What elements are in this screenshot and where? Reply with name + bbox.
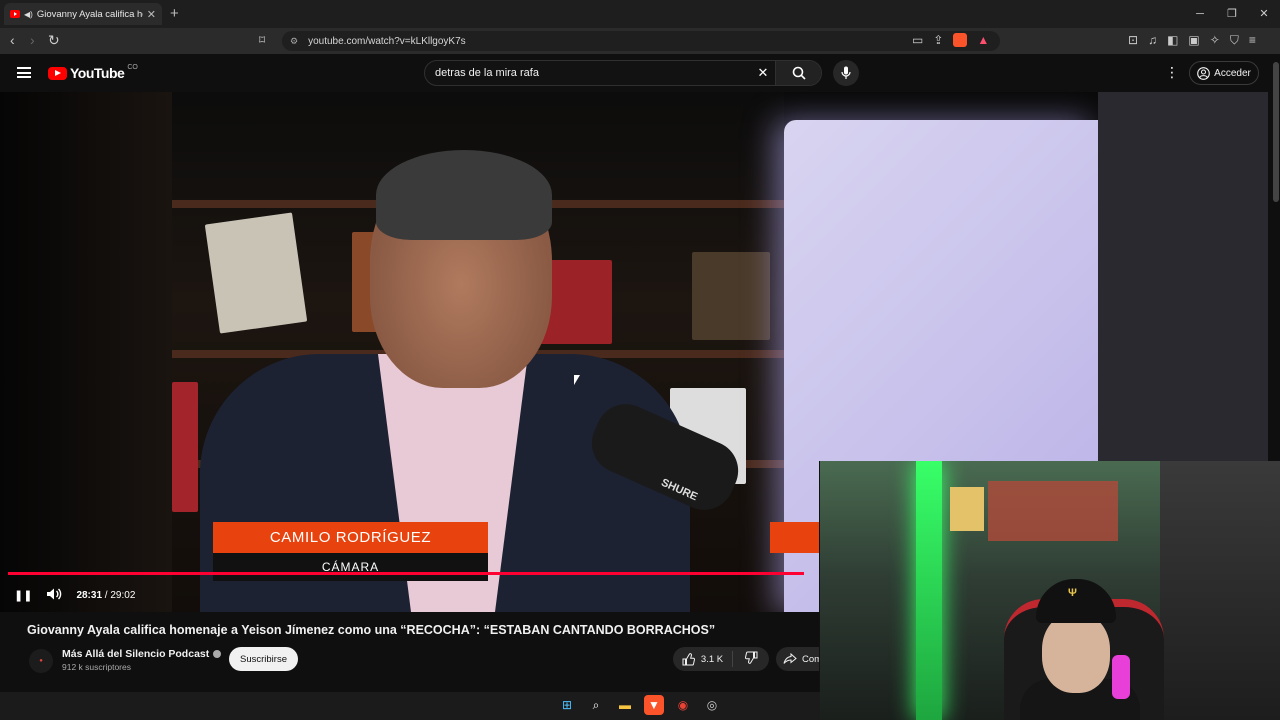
video-title: Giovanny Ayala califica homenaje a Yeiso… bbox=[27, 623, 716, 637]
windows-start-icon[interactable]: ⊞ bbox=[557, 695, 577, 715]
brave-rewards-icon[interactable]: ▲ bbox=[977, 33, 989, 47]
channel-name: Más Allá del Silencio Podcast bbox=[62, 648, 210, 660]
subscriber-count: 912 k suscriptores bbox=[62, 662, 131, 672]
youtube-logo[interactable]: YouTube CO bbox=[48, 63, 138, 81]
wallet-icon[interactable]: ▣ bbox=[1188, 33, 1199, 48]
like-count: 3.1 K bbox=[700, 653, 724, 665]
webcam-poster bbox=[988, 481, 1118, 541]
search-taskbar-icon[interactable]: ⌕ bbox=[586, 695, 606, 715]
brave-taskbar-icon[interactable]: ▼ bbox=[644, 695, 664, 715]
search-input[interactable]: detras de la mira rafa bbox=[425, 67, 751, 79]
share-page-icon[interactable]: ⇪ bbox=[933, 33, 943, 47]
time-display: 28:31 / 29:02 bbox=[76, 590, 135, 601]
chrome-taskbar-icon[interactable]: ◉ bbox=[673, 695, 693, 715]
vpn-icon[interactable]: ⛉ bbox=[1230, 33, 1239, 48]
channel-name-link[interactable]: Más Allá del Silencio Podcast bbox=[62, 648, 222, 660]
sign-in-button[interactable]: Acceder bbox=[1189, 61, 1259, 85]
obs-taskbar-icon[interactable]: ◎ bbox=[702, 695, 722, 715]
close-window-button[interactable]: ✕ bbox=[1248, 0, 1280, 28]
browser-tab[interactable]: ◀) Giovanny Ayala califica home ✕ bbox=[4, 3, 162, 25]
country-code: CO bbox=[127, 63, 138, 71]
pause-button[interactable]: ❚❚ bbox=[14, 589, 32, 602]
lower-third-accent bbox=[770, 522, 820, 553]
book bbox=[692, 252, 770, 340]
address-bar[interactable]: ⚙ youtube.com/watch?v=kLKllgoyK7s bbox=[282, 31, 1000, 51]
search-button[interactable] bbox=[775, 61, 821, 85]
like-button[interactable]: 3.1 K bbox=[673, 651, 733, 667]
tab-title: Giovanny Ayala califica home bbox=[36, 8, 143, 20]
taskbar-icons: ⊞ ⌕ ▬ ▼ ◉ ◎ bbox=[557, 695, 722, 715]
back-button[interactable]: ‹ bbox=[10, 32, 15, 48]
address-bar-actions: ▭ ⇪ ▲ bbox=[912, 33, 989, 47]
like-dislike-group: 3.1 K bbox=[673, 647, 769, 671]
webcam-microphone bbox=[1112, 655, 1130, 699]
book bbox=[204, 212, 308, 334]
bookmark-icon[interactable]: ⌑ bbox=[259, 33, 265, 47]
video-progress-bar[interactable] bbox=[8, 572, 804, 575]
microphone-icon bbox=[841, 66, 851, 79]
file-explorer-icon[interactable]: ▬ bbox=[615, 695, 635, 715]
page-scrollbar[interactable] bbox=[1273, 62, 1279, 202]
forward-button[interactable]: › bbox=[30, 32, 35, 48]
tab-close-icon[interactable]: ✕ bbox=[147, 8, 156, 21]
current-time: 28:31 bbox=[76, 589, 103, 601]
book bbox=[172, 382, 198, 512]
windows-taskbar: ⊞ ⌕ ▬ ▼ ◉ ◎ bbox=[0, 692, 820, 720]
voice-search-button[interactable] bbox=[833, 60, 859, 86]
youtube-play-icon bbox=[48, 66, 67, 80]
screenshot-icon[interactable]: ⊡ bbox=[1128, 33, 1138, 48]
account-icon bbox=[1197, 66, 1211, 80]
youtube-favicon-icon bbox=[10, 10, 20, 18]
clear-search-icon[interactable]: ✕ bbox=[751, 65, 775, 81]
duration: 29:02 bbox=[110, 589, 136, 601]
browser-tab-bar: ◀) Giovanny Ayala califica home ✕ + ─ ❐ … bbox=[0, 0, 1280, 28]
volume-button[interactable] bbox=[46, 587, 62, 604]
webcam-sneaker-shelf bbox=[1160, 461, 1280, 720]
like-icon bbox=[682, 652, 695, 665]
youtube-header: YouTube CO detras de la mira rafa ✕ ⋮ Ac… bbox=[0, 54, 1280, 92]
guide-menu-icon[interactable] bbox=[17, 67, 31, 78]
settings-kebab-icon[interactable]: ⋮ bbox=[1165, 64, 1179, 81]
player-controls: ❚❚ 28:31 / 29:02 bbox=[0, 578, 820, 612]
search-box[interactable]: detras de la mira rafa ✕ bbox=[424, 60, 822, 86]
video-person-hair bbox=[376, 150, 552, 240]
lower-third-name: CAMILO RODRÍGUEZ bbox=[213, 522, 488, 553]
search-icon bbox=[792, 66, 806, 80]
video-scene-left bbox=[0, 92, 172, 612]
streamer-webcam-overlay: Ψ bbox=[819, 461, 1280, 720]
channel-avatar[interactable]: ● bbox=[29, 649, 53, 673]
leo-icon[interactable]: ✧ bbox=[1210, 33, 1220, 48]
sidebar-icon[interactable]: ◧ bbox=[1167, 33, 1178, 48]
window-controls: ─ ❐ ✕ bbox=[1184, 0, 1280, 28]
subscribe-button[interactable]: Suscribirse bbox=[229, 647, 298, 671]
video-metadata: Giovanny Ayala califica homenaje a Yeiso… bbox=[0, 612, 826, 692]
dislike-button[interactable] bbox=[733, 651, 769, 667]
maximize-button[interactable]: ❐ bbox=[1216, 0, 1248, 28]
url-text: youtube.com/watch?v=kLKllgoyK7s bbox=[308, 35, 466, 47]
media-icon[interactable]: ♫ bbox=[1148, 33, 1157, 48]
brave-shields-icon[interactable] bbox=[953, 33, 968, 47]
mouse-cursor-icon bbox=[574, 375, 580, 385]
tab-audio-icon[interactable]: ◀) bbox=[24, 10, 33, 19]
verified-icon bbox=[213, 650, 222, 658]
webcam-green-light bbox=[916, 461, 942, 720]
cast-icon[interactable]: ▭ bbox=[912, 33, 923, 47]
volume-icon bbox=[47, 588, 62, 599]
webcam-poster bbox=[950, 487, 984, 531]
webcam-streamer-face bbox=[1042, 613, 1110, 693]
share-icon bbox=[783, 653, 797, 664]
sign-in-label: Acceder bbox=[1214, 67, 1251, 79]
dislike-icon bbox=[744, 651, 757, 664]
video-scene-right bbox=[1098, 92, 1268, 462]
reload-button[interactable]: ↻ bbox=[48, 32, 60, 49]
lower-third-role: CÁMARA bbox=[213, 553, 488, 581]
browser-toolbar: ‹ › ↻ ⌑ ⚙ youtube.com/watch?v=kLKllgoyK7… bbox=[0, 28, 1280, 54]
youtube-logo-text: YouTube bbox=[70, 65, 125, 81]
site-settings-icon[interactable]: ⚙ bbox=[290, 36, 298, 47]
cap-logo-icon: Ψ bbox=[1068, 587, 1077, 599]
browser-extension-icons: ⊡ ♫ ◧ ▣ ✧ ⛉ ≡ bbox=[1128, 33, 1256, 48]
menu-icon[interactable]: ≡ bbox=[1249, 33, 1256, 48]
minimize-button[interactable]: ─ bbox=[1184, 0, 1216, 28]
new-tab-button[interactable]: + bbox=[170, 5, 179, 22]
